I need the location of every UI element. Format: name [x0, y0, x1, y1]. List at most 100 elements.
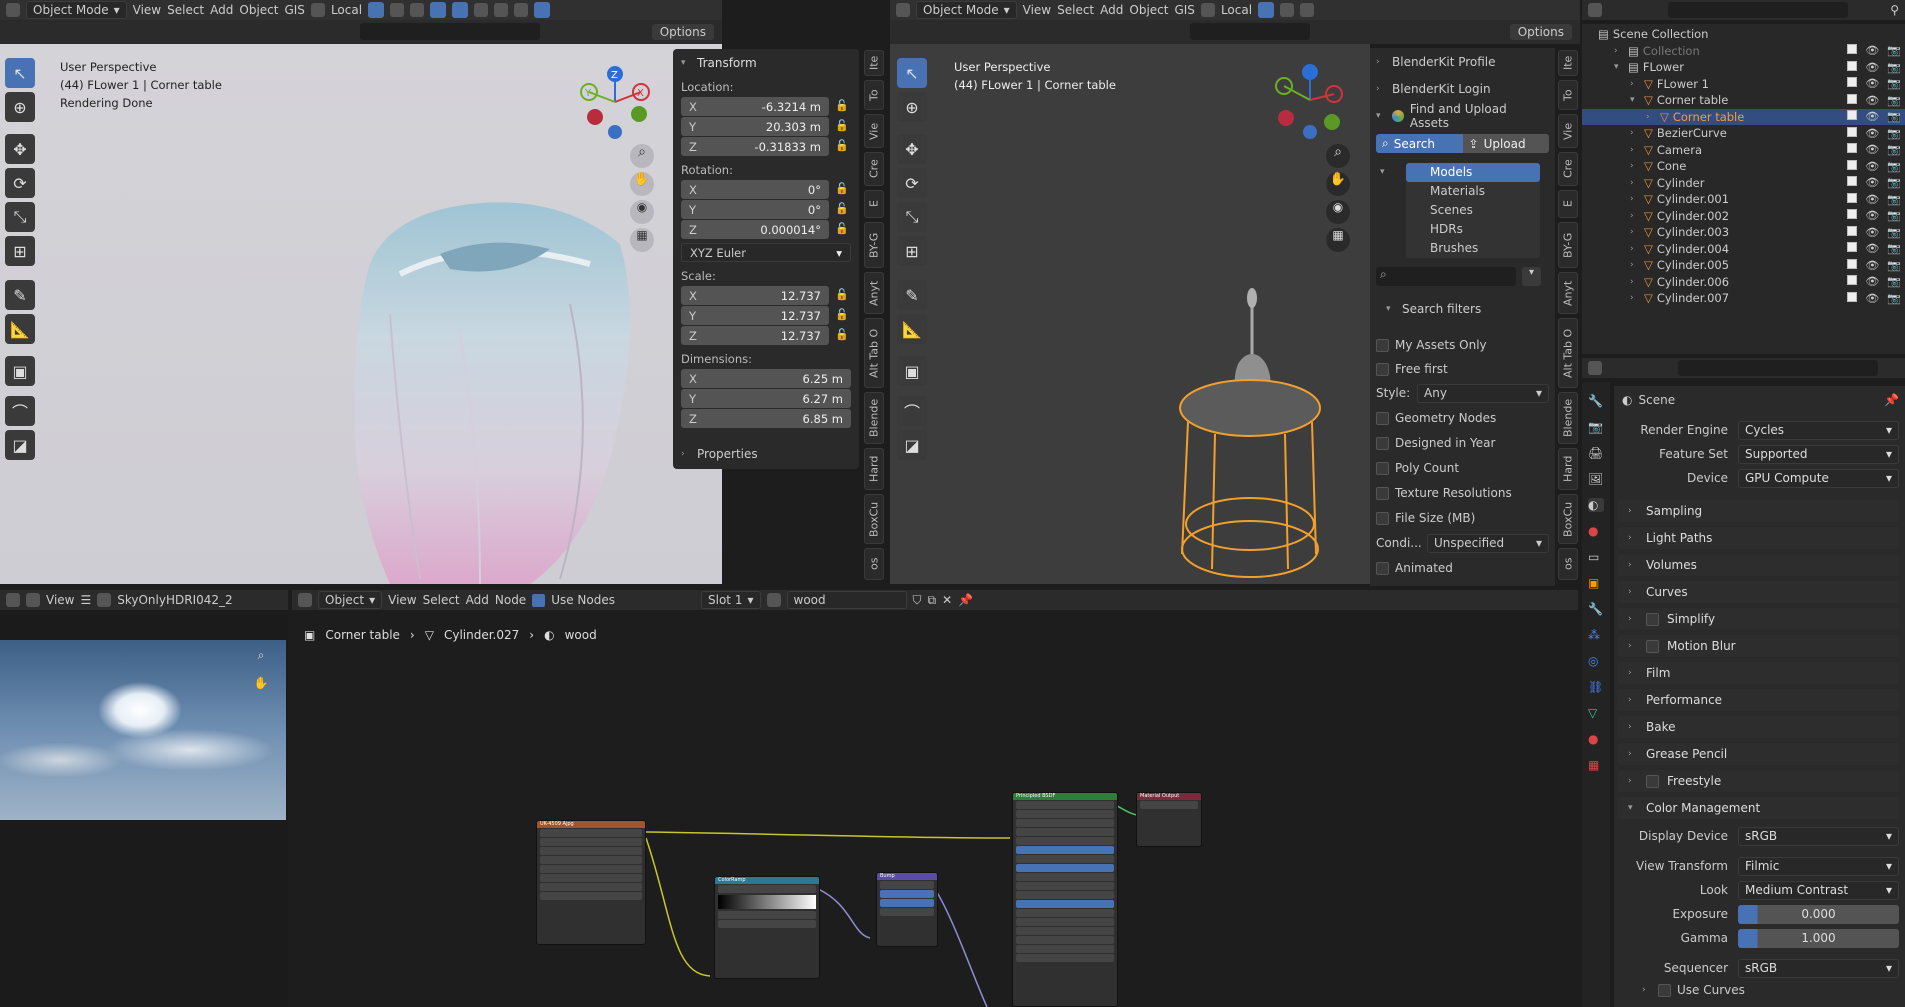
search-options-button[interactable]: ▾: [1522, 267, 1541, 286]
zoom-icon[interactable]: ⌕: [630, 144, 654, 168]
section-motion-blur[interactable]: › Motion Blur: [1618, 635, 1899, 657]
section-sampling[interactable]: › Sampling: [1618, 500, 1899, 522]
side-tab-0[interactable]: Ite: [864, 50, 884, 76]
editor-type-icon[interactable]: [6, 593, 20, 607]
display-device-dropdown[interactable]: sRGB ▾: [1738, 826, 1899, 846]
image-texture-node[interactable]: UK-4509 Ajpg: [536, 820, 646, 945]
section-curves[interactable]: › Curves: [1618, 581, 1899, 603]
side-tab-2[interactable]: Vie: [864, 114, 884, 148]
properties-search[interactable]: [1678, 360, 1878, 376]
expand-arrow-icon[interactable]: ›: [1630, 79, 1640, 89]
frame-tool-icon[interactable]: ◪: [5, 430, 35, 460]
eye-icon[interactable]: 👁: [1865, 242, 1879, 255]
camera-icon[interactable]: 📷: [1887, 259, 1901, 272]
select-tool-icon[interactable]: ↖: [897, 58, 927, 88]
outliner-row[interactable]: › ▽ Cylinder.005 👁 📷: [1598, 257, 1905, 274]
camera-icon[interactable]: 📷: [1887, 160, 1901, 173]
use-nodes-checkbox[interactable]: [532, 593, 546, 607]
checkbox-icon[interactable]: [1847, 60, 1858, 71]
camera-icon[interactable]: 📷: [1887, 110, 1901, 123]
camera-icon[interactable]: 📷: [1887, 242, 1901, 255]
menu-object[interactable]: Object: [239, 3, 278, 17]
side-tab-11[interactable]: os: [1558, 548, 1578, 580]
visibility-toggles[interactable]: 👁 📷: [1847, 110, 1901, 123]
annotate-tool-icon[interactable]: ✎: [5, 280, 35, 310]
render-tab-icon[interactable]: 📷: [1588, 420, 1604, 434]
asset-type-scenes[interactable]: Scenes: [1406, 201, 1540, 220]
checkbox-icon[interactable]: [1847, 209, 1858, 220]
view-transform-dropdown[interactable]: Filmic ▾: [1738, 856, 1899, 876]
checkbox-icon[interactable]: [1847, 258, 1858, 269]
section-performance[interactable]: › Performance: [1618, 689, 1899, 711]
navigation-gizmo[interactable]: [1270, 60, 1350, 140]
blenderkit-login-header[interactable]: › BlenderKit Login: [1376, 79, 1549, 99]
checkbox-icon[interactable]: [1847, 225, 1858, 236]
side-tab-8[interactable]: Blende: [1558, 392, 1578, 444]
expand-arrow-icon[interactable]: ›: [1630, 145, 1640, 155]
lock-icon[interactable]: 🔓: [835, 99, 849, 113]
visibility-toggles[interactable]: 👁 📷: [1847, 126, 1901, 140]
expand-arrow-icon[interactable]: ▾: [1614, 62, 1624, 72]
eye-icon[interactable]: 👁: [1865, 61, 1879, 74]
grid-view-icon[interactable]: ▦: [630, 228, 654, 252]
select-tool-icon[interactable]: ↖: [5, 58, 35, 88]
outliner-row[interactable]: › ▽ Corner table 👁 📷: [1582, 108, 1905, 125]
section-freestyle[interactable]: › Freestyle: [1618, 770, 1899, 792]
side-tab-10[interactable]: BoxCu: [1558, 494, 1578, 544]
side-tab-1[interactable]: To: [864, 80, 884, 110]
lock-icon[interactable]: 🔓: [835, 182, 849, 196]
camera-icon[interactable]: 📷: [1887, 61, 1901, 74]
side-tab-3[interactable]: Cre: [864, 152, 884, 186]
outliner-row[interactable]: › ▽ Cylinder 👁 📷: [1598, 175, 1905, 192]
asset-type-models[interactable]: Models: [1406, 163, 1540, 182]
expand-arrow-icon[interactable]: ›: [1630, 244, 1640, 254]
expand-arrow-icon[interactable]: ›: [1630, 161, 1640, 171]
editor-type-icon[interactable]: [1588, 361, 1602, 375]
checkbox[interactable]: [1376, 362, 1389, 376]
pin-icon[interactable]: 📌: [958, 593, 973, 607]
eye-icon[interactable]: 👁: [1865, 292, 1879, 305]
section-simplify[interactable]: › Simplify: [1618, 608, 1899, 630]
location-x-field[interactable]: X -6.3214 m 🔓: [681, 97, 849, 116]
outliner-row[interactable]: › ▽ Cylinder.007 👁 📷: [1598, 290, 1905, 307]
rotation-mode-dropdown[interactable]: XYZ Euler ▾: [681, 243, 851, 262]
side-tab-5[interactable]: BY-G: [864, 222, 884, 268]
checkbox-icon[interactable]: [1847, 176, 1858, 187]
close-icon[interactable]: ✕: [942, 593, 952, 607]
outliner-row[interactable]: › ▽ Cylinder.006 👁 📷: [1598, 274, 1905, 291]
checkbox-icon[interactable]: [1847, 77, 1858, 88]
cursor-tool-icon[interactable]: ⊕: [5, 92, 35, 122]
zoom-icon[interactable]: ⌕: [250, 648, 272, 670]
constraints-tab-icon[interactable]: ⛓: [1588, 680, 1604, 694]
menu-add[interactable]: Add: [466, 593, 489, 607]
mode-dropdown[interactable]: Object Mode ▾: [916, 1, 1017, 19]
checkbox-icon[interactable]: [1847, 93, 1858, 104]
filter-poly-count[interactable]: Poly Count: [1376, 458, 1549, 478]
expand-arrow-icon[interactable]: ›: [1630, 178, 1640, 188]
editor-type-icon[interactable]: [298, 593, 312, 607]
visibility-toggles[interactable]: 👁 📷: [1847, 291, 1901, 305]
outliner-row[interactable]: › ▽ FLower 1 👁 📷: [1598, 76, 1905, 93]
expand-arrow-icon[interactable]: ›: [1630, 227, 1640, 237]
shading-material-icon[interactable]: [514, 3, 529, 17]
modifier-tab-icon[interactable]: 🔧: [1588, 602, 1604, 616]
left-options-button[interactable]: Options: [651, 24, 714, 40]
transform-tool-icon[interactable]: ⊞: [5, 236, 35, 266]
visibility-toggles[interactable]: 👁 📷: [1847, 242, 1901, 255]
outliner-row[interactable]: › ▤ Collection 👁 📷: [1598, 43, 1905, 60]
cursor-tool-icon[interactable]: ⊕: [897, 92, 927, 122]
slot-dropdown[interactable]: Slot 1 ▾: [701, 591, 761, 609]
visibility-toggles[interactable]: 👁 📷: [1847, 77, 1901, 90]
lock-icon[interactable]: 🔓: [835, 202, 849, 216]
visibility-toggles[interactable]: 👁 📷: [1847, 60, 1901, 74]
principled-bsdf-node[interactable]: Principled BSDF: [1012, 792, 1118, 1007]
eye-icon[interactable]: 👁: [1865, 226, 1879, 239]
data-tab-icon[interactable]: ▽: [1588, 706, 1604, 720]
section-grease-pencil[interactable]: › Grease Pencil: [1618, 743, 1899, 765]
editor-type-icon[interactable]: [896, 3, 910, 17]
checkbox-icon[interactable]: [1847, 242, 1858, 253]
asset-type-hdrs[interactable]: HDRs: [1406, 220, 1540, 239]
annotate-tool-icon[interactable]: ✎: [897, 280, 927, 310]
dimension-z-field[interactable]: Z 6.85 m: [681, 409, 851, 428]
particles-tab-icon[interactable]: ⁂: [1588, 628, 1604, 642]
